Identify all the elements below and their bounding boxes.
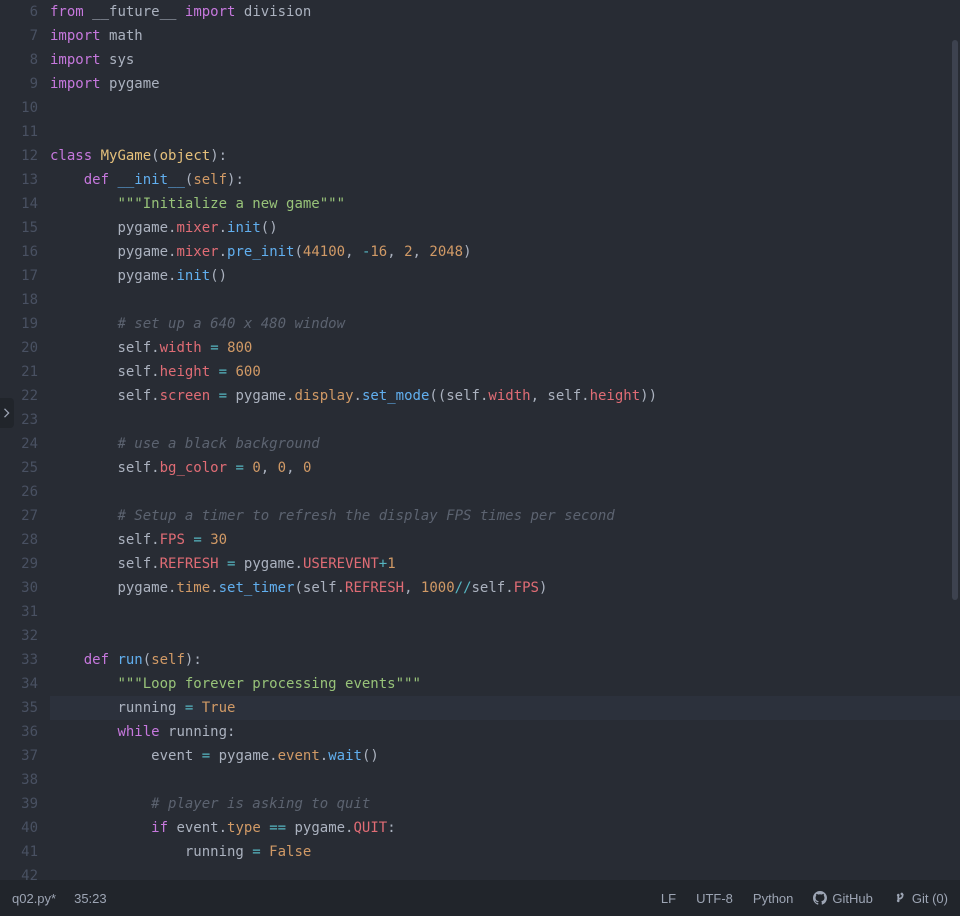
code-line[interactable] <box>50 768 960 792</box>
code-line[interactable] <box>50 408 960 432</box>
editor-area[interactable]: 6789101112131415161718192021222324252627… <box>0 0 960 880</box>
line-number: 14 <box>0 192 38 216</box>
line-number: 35 <box>0 696 38 720</box>
status-bar: q02.py* 35:23 LF UTF-8 Python GitHub Git… <box>0 880 960 916</box>
code-line[interactable]: # player is asking to quit <box>50 792 960 816</box>
line-number: 12 <box>0 144 38 168</box>
status-git[interactable]: Git (0) <box>893 891 948 906</box>
line-number: 24 <box>0 432 38 456</box>
line-number: 26 <box>0 480 38 504</box>
code-line[interactable]: while running: <box>50 720 960 744</box>
code-text-area[interactable]: from __future__ import divisionimport ma… <box>50 0 960 880</box>
code-line[interactable]: if event.type == pygame.QUIT: <box>50 816 960 840</box>
code-line[interactable]: def __init__(self): <box>50 168 960 192</box>
line-number: 37 <box>0 744 38 768</box>
code-line[interactable]: pygame.mixer.pre_init(44100, -16, 2, 204… <box>50 240 960 264</box>
line-number: 25 <box>0 456 38 480</box>
code-line[interactable]: import sys <box>50 48 960 72</box>
line-number: 19 <box>0 312 38 336</box>
line-number: 34 <box>0 672 38 696</box>
status-line-endings[interactable]: LF <box>661 891 676 906</box>
status-github[interactable]: GitHub <box>813 891 872 906</box>
line-number: 41 <box>0 840 38 864</box>
status-language[interactable]: Python <box>753 891 793 906</box>
status-filename[interactable]: q02.py* <box>12 891 56 906</box>
line-number: 31 <box>0 600 38 624</box>
line-number: 17 <box>0 264 38 288</box>
code-line[interactable]: event = pygame.event.wait() <box>50 744 960 768</box>
code-line[interactable] <box>50 480 960 504</box>
git-branch-icon <box>893 891 907 905</box>
line-number: 20 <box>0 336 38 360</box>
line-number: 38 <box>0 768 38 792</box>
line-number: 8 <box>0 48 38 72</box>
code-line[interactable] <box>50 120 960 144</box>
line-number: 29 <box>0 552 38 576</box>
line-number: 27 <box>0 504 38 528</box>
vertical-scrollbar[interactable] <box>952 40 958 600</box>
code-line[interactable]: self.screen = pygame.display.set_mode((s… <box>50 384 960 408</box>
line-number: 40 <box>0 816 38 840</box>
code-line[interactable]: # use a black background <box>50 432 960 456</box>
code-line[interactable]: """Initialize a new game""" <box>50 192 960 216</box>
line-number: 32 <box>0 624 38 648</box>
line-number: 30 <box>0 576 38 600</box>
line-number: 7 <box>0 24 38 48</box>
line-number: 10 <box>0 96 38 120</box>
status-github-label: GitHub <box>832 891 872 906</box>
line-number: 15 <box>0 216 38 240</box>
code-line[interactable] <box>50 624 960 648</box>
line-number: 28 <box>0 528 38 552</box>
code-line[interactable]: self.FPS = 30 <box>50 528 960 552</box>
code-line[interactable]: # set up a 640 x 480 window <box>50 312 960 336</box>
code-line[interactable]: self.REFRESH = pygame.USEREVENT+1 <box>50 552 960 576</box>
line-number: 6 <box>0 0 38 24</box>
line-number: 16 <box>0 240 38 264</box>
line-number: 21 <box>0 360 38 384</box>
code-line[interactable]: running = False <box>50 840 960 864</box>
code-line[interactable]: self.width = 800 <box>50 336 960 360</box>
code-line[interactable]: # Setup a timer to refresh the display F… <box>50 504 960 528</box>
sidebar-expand-toggle[interactable] <box>0 398 14 428</box>
status-cursor-position[interactable]: 35:23 <box>74 891 107 906</box>
line-number: 11 <box>0 120 38 144</box>
code-line[interactable]: self.height = 600 <box>50 360 960 384</box>
code-line[interactable]: class MyGame(object): <box>50 144 960 168</box>
code-line[interactable] <box>50 864 960 880</box>
code-line[interactable]: from __future__ import division <box>50 0 960 24</box>
line-number: 13 <box>0 168 38 192</box>
code-line[interactable]: def run(self): <box>50 648 960 672</box>
line-number: 36 <box>0 720 38 744</box>
code-line[interactable]: self.bg_color = 0, 0, 0 <box>50 456 960 480</box>
code-line[interactable] <box>50 96 960 120</box>
chevron-right-icon <box>3 408 11 418</box>
code-line[interactable]: pygame.mixer.init() <box>50 216 960 240</box>
code-line[interactable]: import pygame <box>50 72 960 96</box>
status-encoding[interactable]: UTF-8 <box>696 891 733 906</box>
code-line[interactable]: import math <box>50 24 960 48</box>
line-number-gutter: 6789101112131415161718192021222324252627… <box>0 0 50 880</box>
code-line[interactable] <box>50 288 960 312</box>
line-number: 33 <box>0 648 38 672</box>
code-line[interactable]: """Loop forever processing events""" <box>50 672 960 696</box>
code-line[interactable]: pygame.init() <box>50 264 960 288</box>
code-line[interactable]: running = True <box>50 696 960 720</box>
code-line[interactable]: pygame.time.set_timer(self.REFRESH, 1000… <box>50 576 960 600</box>
line-number: 9 <box>0 72 38 96</box>
line-number: 18 <box>0 288 38 312</box>
line-number: 39 <box>0 792 38 816</box>
github-icon <box>813 891 827 905</box>
status-git-label: Git (0) <box>912 891 948 906</box>
code-line[interactable] <box>50 600 960 624</box>
